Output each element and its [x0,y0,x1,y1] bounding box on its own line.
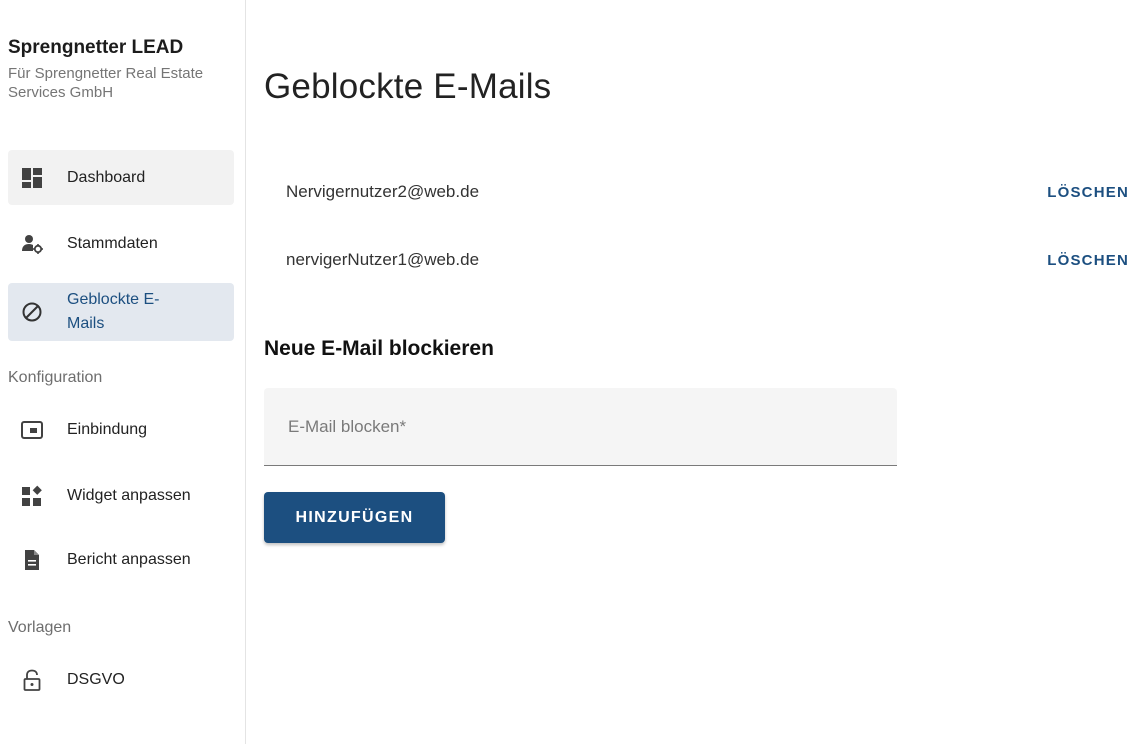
sidebar-item-widget-anpassen[interactable]: Widget anpassen [8,470,234,522]
sidebar: Sprengnetter LEAD Für Sprengnetter Real … [0,0,246,744]
blocked-email-address: Nervigernutzer2@web.de [286,182,480,201]
section-label-konfiguration: Konfiguration [8,369,103,386]
sidebar-item-label: Widget anpassen [67,487,191,504]
sidebar-item-label: Einbindung [67,421,148,438]
brand: Sprengnetter LEAD Für Sprengnetter Real … [8,36,233,102]
email-block-input[interactable] [264,388,897,465]
sidebar-item-bericht-anpassen[interactable]: Bericht anpassen [8,534,234,586]
block-icon [21,301,43,323]
document-icon [21,549,43,571]
blocked-email-row: nervigerNutzer1@web.de LÖSCHEN [286,246,1133,274]
sidebar-item-label: Geblockte E-Mails [67,291,160,332]
sidebar-item-dashboard[interactable]: Dashboard [8,150,234,205]
delete-button[interactable]: LÖSCHEN [1047,252,1129,269]
widgets-icon [21,485,43,507]
email-block-field [264,388,897,466]
delete-button[interactable]: LÖSCHEN [1047,184,1129,201]
blocked-email-row: Nervigernutzer2@web.de LÖSCHEN [286,178,1133,206]
sidebar-item-label: DSGVO [67,671,125,688]
sidebar-item-label: Dashboard [67,168,146,186]
user-settings-icon [21,233,43,255]
app-window: Sprengnetter LEAD Für Sprengnetter Real … [0,0,1133,744]
new-block-section-title: Neue E-Mail blockieren [264,337,494,360]
sidebar-item-label: Bericht anpassen [67,551,191,568]
sidebar-item-einbindung[interactable]: Einbindung [8,404,234,456]
sidebar-item-dsgvo[interactable]: DSGVO [8,654,234,706]
page-title: Geblockte E-Mails [264,67,552,106]
dashboard-icon [21,167,43,189]
lock-icon [21,669,43,691]
brand-subtitle: Für Sprengnetter Real Estate Services Gm… [8,65,204,101]
sidebar-item-label: Stammdaten [67,235,158,252]
blocked-email-address: nervigerNutzer1@web.de [286,250,480,269]
section-label-vorlagen: Vorlagen [8,619,72,636]
sidebar-item-stammdaten[interactable]: Stammdaten [8,218,234,270]
main-content: Geblockte E-Mails Nervigernutzer2@web.de… [264,0,1133,744]
sidebar-item-geblockte-emails[interactable]: Geblockte E-Mails [8,283,234,341]
add-button[interactable]: HINZUFÜGEN [264,492,445,543]
brand-title: Sprengnetter LEAD [8,37,184,58]
embed-icon [21,419,43,441]
